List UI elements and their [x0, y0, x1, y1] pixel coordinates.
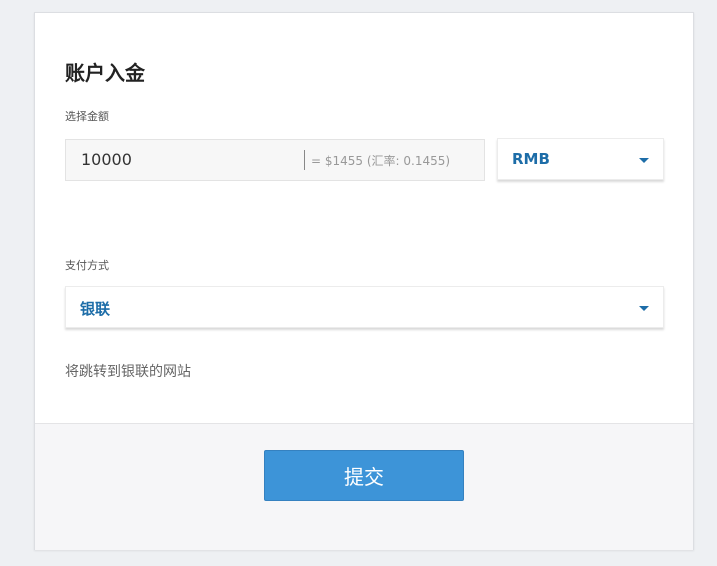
- payment-method-select[interactable]: 银联: [65, 286, 664, 328]
- text-cursor: [304, 150, 305, 170]
- currency-select[interactable]: RMB: [497, 138, 664, 180]
- payment-method-value: 银联: [80, 300, 111, 318]
- amount-input[interactable]: 10000 = $1455 (汇率: 0.1455): [65, 139, 485, 181]
- conversion-text: = $1455 (汇率: 0.1455): [311, 154, 451, 168]
- page-title: 账户入金: [65, 61, 145, 85]
- chevron-down-icon[interactable]: [639, 306, 649, 311]
- amount-label: 选择金额: [65, 110, 109, 123]
- redirect-note: 将跳转到银联的网站: [65, 364, 191, 380]
- form-footer: 提交: [35, 423, 693, 550]
- chevron-down-icon[interactable]: [639, 158, 649, 163]
- submit-button[interactable]: 提交: [264, 450, 464, 501]
- deposit-card: 账户入金 选择金额 10000 = $1455 (汇率: 0.1455) RMB…: [34, 12, 694, 550]
- currency-value: RMB: [512, 150, 550, 168]
- payment-label: 支付方式: [65, 259, 109, 272]
- amount-value[interactable]: 10000: [81, 150, 132, 169]
